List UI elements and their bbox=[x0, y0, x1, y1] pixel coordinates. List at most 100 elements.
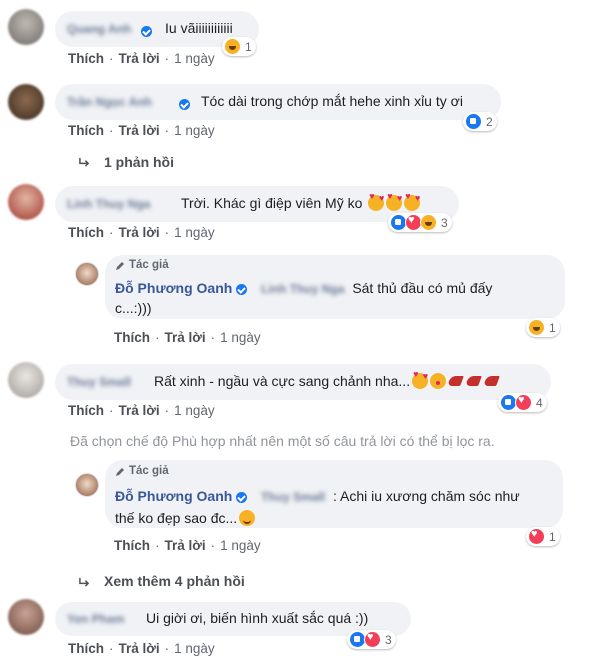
verified-icon bbox=[179, 99, 190, 111]
avatar[interactable] bbox=[8, 362, 44, 398]
reply-bubble: Tác giả Đỗ Phương Oanh Thuy Small : Achi… bbox=[105, 460, 563, 528]
like-link[interactable]: Thích bbox=[68, 225, 104, 240]
reply-text: Sát thủ đầu có mủ đấy bbox=[352, 280, 493, 296]
timestamp[interactable]: 1 ngày bbox=[220, 538, 261, 553]
comment-text: Trời. Khác gì điệp viên Mỹ ko bbox=[181, 191, 421, 211]
like-link[interactable]: Thích bbox=[114, 330, 150, 345]
timestamp[interactable]: 1 ngày bbox=[174, 403, 215, 418]
comment-author[interactable]: Trần Ngọc Anh bbox=[67, 95, 152, 109]
haha-icon bbox=[528, 319, 545, 336]
view-more-replies-link[interactable]: Xem thêm 4 phản hồi bbox=[104, 573, 245, 589]
mentioned-user[interactable]: Linh Thuy Nga bbox=[261, 282, 344, 296]
high-heel-icon bbox=[466, 373, 482, 389]
reaction-summary[interactable]: 3 bbox=[347, 630, 396, 649]
separator: · bbox=[109, 225, 114, 240]
reply-link[interactable]: Trả lời bbox=[165, 330, 206, 345]
separator: · bbox=[109, 51, 114, 66]
verified-icon bbox=[236, 283, 248, 295]
reply-text: : Achi iu xương chăm sóc như bbox=[333, 488, 520, 504]
separator: · bbox=[164, 123, 170, 138]
timestamp[interactable]: 1 ngày bbox=[220, 330, 261, 345]
comment-text: Tóc dài trong chớp mắt hehe xinh xỉu ty … bbox=[201, 93, 463, 109]
reaction-summary[interactable]: 1 bbox=[526, 318, 560, 337]
like-icon bbox=[465, 113, 482, 130]
comment-actions: Thích · Trả lời · 1 ngày bbox=[68, 641, 215, 656]
separator: · bbox=[164, 403, 170, 418]
timestamp[interactable]: 1 ngày bbox=[174, 641, 215, 656]
reaction-count: 3 bbox=[385, 632, 392, 647]
reaction-count: 1 bbox=[245, 39, 252, 54]
comment-bubble: Trần Ngọc Anh Tóc dài trong chớp mắt heh… bbox=[55, 84, 501, 120]
separator: · bbox=[109, 123, 114, 138]
author-avatar[interactable] bbox=[75, 473, 99, 497]
comment-author[interactable]: Yen Pham bbox=[67, 612, 124, 626]
comment-actions: Thích · Trả lời · 1 ngày bbox=[68, 403, 215, 418]
reply-line1: Đỗ Phương Oanh Linh Thuy Nga Sát thủ đầu… bbox=[115, 280, 492, 296]
comment-author[interactable]: Thuy Small bbox=[67, 375, 131, 389]
filter-notice: Đã chọn chế độ Phù hợp nhất nên một số c… bbox=[70, 433, 495, 449]
high-heel-icon bbox=[484, 373, 500, 389]
reaction-summary[interactable]: 1 bbox=[526, 527, 560, 546]
separator: · bbox=[210, 538, 216, 553]
comment-text: Ui giời ơi, biến hình xuất sắc quá :)) bbox=[146, 610, 369, 626]
reply-actions: Thích · Trả lời · 1 ngày bbox=[114, 538, 261, 553]
separator: · bbox=[210, 330, 216, 345]
verified-icon bbox=[236, 491, 248, 503]
pencil-icon bbox=[116, 262, 124, 270]
author-badge: Tác giả bbox=[129, 259, 169, 271]
like-link[interactable]: Thích bbox=[114, 538, 150, 553]
reply-actions: Thích · Trả lời · 1 ngày bbox=[114, 330, 261, 345]
comment-author[interactable]: Quang Anh bbox=[67, 22, 131, 36]
pencil-icon bbox=[116, 468, 124, 476]
reply-bubble: Tác giả Đỗ Phương Oanh Linh Thuy Nga Sát… bbox=[105, 255, 565, 319]
comment-bubble: Thuy Small Rất xinh - ngầu và cực sang c… bbox=[55, 364, 551, 400]
reaction-summary[interactable]: 2 bbox=[463, 112, 497, 131]
comment-text: Rất xinh - ngầu và cực sang chảnh nha... bbox=[154, 369, 500, 389]
reply-link[interactable]: Trả lời bbox=[165, 538, 206, 553]
author-avatar[interactable] bbox=[75, 262, 99, 286]
avatar[interactable] bbox=[8, 84, 44, 120]
avatar[interactable] bbox=[8, 184, 44, 220]
reaction-summary[interactable]: 4 bbox=[498, 393, 547, 412]
reaction-summary[interactable]: 3 bbox=[388, 213, 452, 232]
reply-link[interactable]: Trả lời bbox=[119, 51, 160, 66]
love-icon bbox=[515, 394, 532, 411]
reply-link[interactable]: Trả lời bbox=[119, 225, 160, 240]
haha-icon bbox=[224, 38, 241, 55]
comment-actions: Thích · Trả lời · 1 ngày bbox=[68, 51, 215, 66]
avatar[interactable] bbox=[8, 9, 44, 45]
reply-author[interactable]: Đỗ Phương Oanh bbox=[115, 280, 232, 296]
comment-author[interactable]: Linh Thuy Nga bbox=[67, 197, 150, 211]
reply-link[interactable]: Trả lời bbox=[119, 123, 160, 138]
like-link[interactable]: Thích bbox=[68, 123, 104, 138]
verified-icon bbox=[141, 26, 152, 38]
like-link[interactable]: Thích bbox=[68, 403, 104, 418]
view-replies-link[interactable]: 1 phản hồi bbox=[104, 154, 174, 170]
reply-arrow-icon bbox=[79, 157, 90, 167]
separator: · bbox=[164, 641, 170, 656]
reply-line1: Đỗ Phương Oanh Thuy Small : Achi iu xươn… bbox=[115, 488, 520, 504]
timestamp[interactable]: 1 ngày bbox=[174, 51, 215, 66]
like-link[interactable]: Thích bbox=[68, 51, 104, 66]
timestamp[interactable]: 1 ngày bbox=[174, 123, 215, 138]
comment-text: Iu vãiiiiiiiiiiii bbox=[165, 20, 233, 36]
love-icon bbox=[528, 528, 545, 545]
comment-actions: Thích · Trả lời · 1 ngày bbox=[68, 225, 215, 240]
reply-text-continued: thế ko đẹp sao đc... bbox=[115, 510, 256, 526]
avatar[interactable] bbox=[8, 599, 44, 635]
reply-author[interactable]: Đỗ Phương Oanh bbox=[115, 488, 232, 504]
reaction-count: 3 bbox=[441, 215, 448, 230]
like-link[interactable]: Thích bbox=[68, 641, 104, 656]
reply-arrow-icon bbox=[79, 577, 90, 587]
smiling-face-with-hearts-icon bbox=[412, 369, 429, 389]
timestamp[interactable]: 1 ngày bbox=[174, 225, 215, 240]
reply-link[interactable]: Trả lời bbox=[119, 403, 160, 418]
mentioned-user[interactable]: Thuy Small bbox=[261, 490, 325, 504]
reply-link[interactable]: Trả lời bbox=[119, 641, 160, 656]
separator: · bbox=[155, 330, 160, 345]
smiling-face-icon bbox=[239, 510, 256, 526]
reaction-summary[interactable]: 1 bbox=[222, 37, 256, 56]
author-badge: Tác giả bbox=[129, 465, 169, 477]
reaction-count: 4 bbox=[536, 395, 543, 410]
separator: · bbox=[109, 403, 114, 418]
